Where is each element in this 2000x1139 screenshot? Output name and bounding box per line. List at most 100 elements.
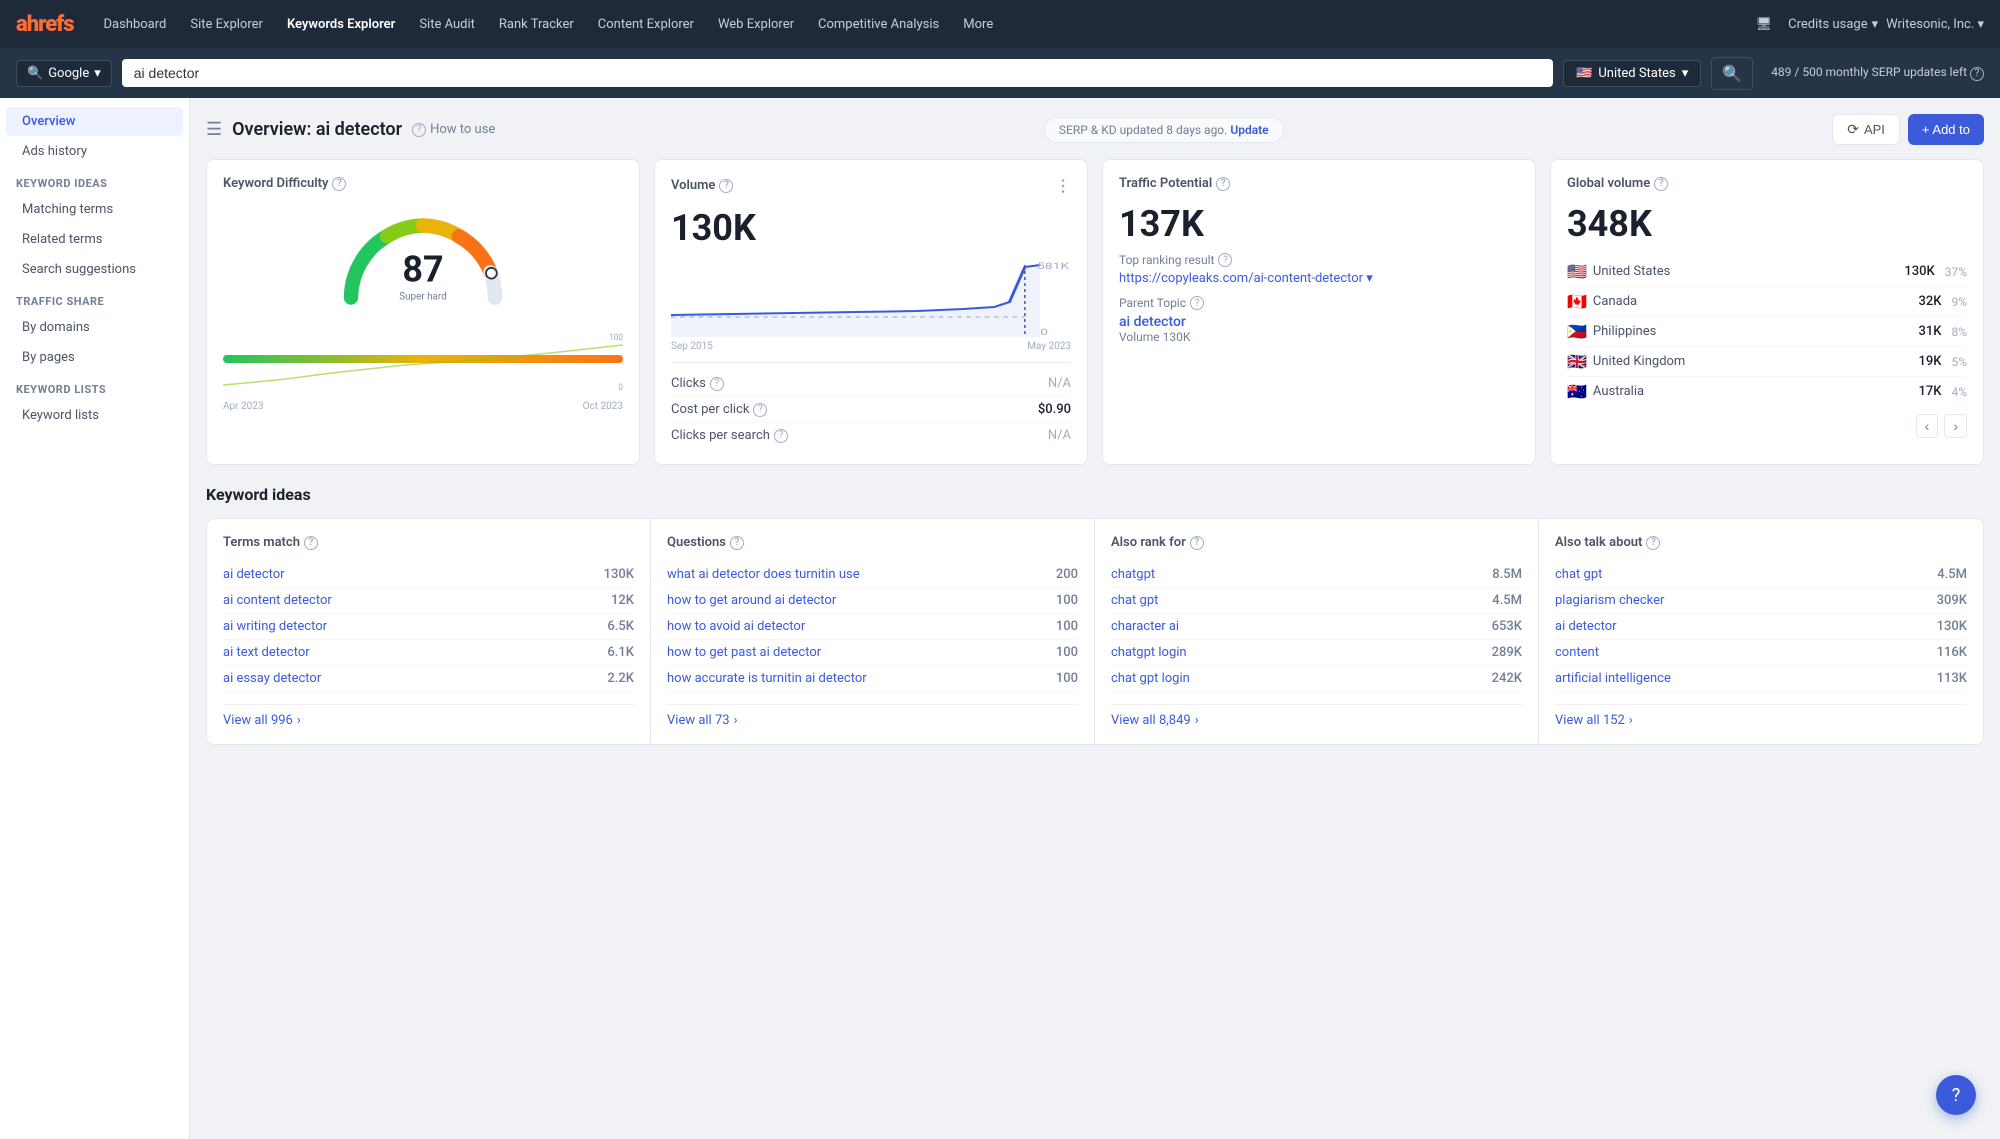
sidebar-item-by-pages[interactable]: By pages xyxy=(6,343,183,372)
sidebar-item-keyword-lists[interactable]: Keyword lists xyxy=(6,401,183,430)
svg-text:100: 100 xyxy=(609,333,623,343)
logo[interactable]: ahrefs xyxy=(16,12,74,37)
nav-rank-tracker[interactable]: Rank Tracker xyxy=(489,11,584,38)
user-menu[interactable]: Writesonic, Inc. ▾ xyxy=(1886,17,1984,32)
nav-content-explorer[interactable]: Content Explorer xyxy=(588,11,704,38)
volume-chart-svg: 581K 0 xyxy=(671,257,1071,337)
idea-link[interactable]: ai text detector xyxy=(223,645,310,660)
country-pct: 37% xyxy=(1945,265,1967,279)
help-fab[interactable]: ? xyxy=(1936,1075,1976,1115)
idea-vol: 200 xyxy=(1056,567,1078,582)
nav-site-explorer[interactable]: Site Explorer xyxy=(180,11,273,38)
view-all-link[interactable]: View all 73 › xyxy=(667,704,1078,728)
country-info: 🇵🇭 Philippines xyxy=(1567,322,1656,341)
cpc-help-icon[interactable]: ? xyxy=(753,403,767,417)
how-to-use-link[interactable]: ? How to use xyxy=(412,122,495,137)
page-header-left: ☰ Overview: ai detector ? How to use xyxy=(206,119,495,140)
cps-label: Clicks per search xyxy=(671,428,770,443)
ideas-col-help-icon[interactable]: ? xyxy=(730,536,744,550)
idea-link[interactable]: artificial intelligence xyxy=(1555,671,1671,686)
idea-link[interactable]: ai content detector xyxy=(223,593,332,608)
idea-link[interactable]: ai essay detector xyxy=(223,671,321,686)
idea-vol: 100 xyxy=(1056,645,1078,660)
serp-update-badge: SERP & KD updated 8 days ago. Update xyxy=(1044,117,1284,143)
sidebar-item-overview[interactable]: Overview xyxy=(6,107,183,136)
idea-link[interactable]: how to avoid ai detector xyxy=(667,619,805,634)
serp-help-icon[interactable]: ? xyxy=(1970,67,1984,81)
idea-link[interactable]: ai detector xyxy=(1555,619,1617,634)
parent-topic-help-icon[interactable]: ? xyxy=(1190,296,1204,310)
idea-link[interactable]: chatgpt login xyxy=(1111,645,1187,660)
stat-cpc: Cost per click ? $0.90 xyxy=(671,397,1071,423)
volume-menu[interactable]: ⋮ xyxy=(1055,176,1071,195)
top-result-link[interactable]: https://copyleaks.com/ai-content-detecto… xyxy=(1119,271,1519,286)
gv-prev-btn[interactable]: ‹ xyxy=(1916,414,1939,438)
search-button[interactable]: 🔍 xyxy=(1711,57,1753,90)
idea-link[interactable]: chatgpt xyxy=(1111,567,1155,582)
idea-link[interactable]: chat gpt xyxy=(1111,593,1158,608)
cps-help-icon[interactable]: ? xyxy=(774,429,788,443)
idea-link[interactable]: how to get around ai detector xyxy=(667,593,836,608)
nav-web-explorer[interactable]: Web Explorer xyxy=(708,11,804,38)
add-to-button[interactable]: + Add to xyxy=(1908,114,1984,145)
idea-link[interactable]: how to get past ai detector xyxy=(667,645,821,660)
ideas-col-header: Terms match ? xyxy=(223,535,634,550)
country-info: 🇬🇧 United Kingdom xyxy=(1567,352,1685,371)
sidebar-item-search-suggestions[interactable]: Search suggestions xyxy=(6,255,183,284)
parent-topic-link[interactable]: ai detector xyxy=(1119,314,1519,330)
search-engine-selector[interactable]: 🔍 Google ▾ xyxy=(16,60,112,87)
country-vol: 32K xyxy=(1918,294,1941,309)
api-icon: ⟳ xyxy=(1847,121,1859,138)
kd-help-icon[interactable]: ? xyxy=(332,177,346,191)
nav-competitive-analysis[interactable]: Competitive Analysis xyxy=(808,11,949,38)
gv-help-icon[interactable]: ? xyxy=(1654,177,1668,191)
nav-more[interactable]: More xyxy=(953,11,1003,38)
keyword-search-input[interactable] xyxy=(122,59,1553,87)
sidebar-item-by-domains[interactable]: By domains xyxy=(6,313,183,342)
idea-vol: 12K xyxy=(611,593,634,608)
nav-dashboard[interactable]: Dashboard xyxy=(94,11,177,38)
idea-link[interactable]: chat gpt xyxy=(1555,567,1602,582)
traffic-potential-card: Traffic Potential ? 137K Top ranking res… xyxy=(1102,159,1536,465)
clicks-help-icon[interactable]: ? xyxy=(710,377,724,391)
ideas-col-help-icon[interactable]: ? xyxy=(1190,536,1204,550)
nav-right: 🖥 Credits usage ▾ Writesonic, Inc. ▾ xyxy=(1748,13,1984,36)
update-link[interactable]: Update xyxy=(1230,123,1268,137)
api-button[interactable]: ⟳ API xyxy=(1832,114,1900,145)
credits-usage-btn[interactable]: Credits usage ▾ xyxy=(1788,17,1878,32)
serp-updates-info: 489 / 500 monthly SERP updates left ? xyxy=(1771,65,1984,81)
idea-link[interactable]: how accurate is turnitin ai detector xyxy=(667,671,867,686)
volume-help-icon[interactable]: ? xyxy=(719,179,733,193)
kd-value: 87 xyxy=(402,248,443,290)
sidebar-toggle[interactable]: ☰ xyxy=(206,119,222,140)
country-selector[interactable]: 🇺🇸 United States ▾ xyxy=(1563,60,1701,87)
nav-keywords-explorer[interactable]: Keywords Explorer xyxy=(277,11,405,38)
idea-link[interactable]: what ai detector does turnitin use xyxy=(667,567,860,582)
ideas-col-help-icon[interactable]: ? xyxy=(304,536,318,550)
top-result-help-icon[interactable]: ? xyxy=(1218,253,1232,267)
keyword-difficulty-card: Keyword Difficulty ? xyxy=(206,159,640,465)
tp-help-icon[interactable]: ? xyxy=(1216,177,1230,191)
idea-link[interactable]: plagiarism checker xyxy=(1555,593,1664,608)
sidebar-item-related-terms[interactable]: Related terms xyxy=(6,225,183,254)
idea-link[interactable]: ai detector xyxy=(223,567,285,582)
nav-site-audit[interactable]: Site Audit xyxy=(409,11,485,38)
country-flag: 🇬🇧 xyxy=(1567,352,1587,371)
sidebar-item-ads-history[interactable]: Ads history xyxy=(6,137,183,166)
top-nav: ahrefs Dashboard Site Explorer Keywords … xyxy=(0,0,2000,48)
gv-value: 348K xyxy=(1567,203,1967,245)
kd-card-title: Keyword Difficulty ? xyxy=(223,176,623,191)
ideas-col-help-icon[interactable]: ? xyxy=(1646,536,1660,550)
sidebar-item-matching-terms[interactable]: Matching terms xyxy=(6,195,183,224)
idea-link[interactable]: chat gpt login xyxy=(1111,671,1190,686)
view-all-link[interactable]: View all 8,849 › xyxy=(1111,704,1522,728)
page-header: ☰ Overview: ai detector ? How to use SER… xyxy=(206,114,1984,145)
idea-link[interactable]: ai writing detector xyxy=(223,619,327,634)
view-all-link[interactable]: View all 152 › xyxy=(1555,704,1967,728)
monitor-icon[interactable]: 🖥 xyxy=(1748,13,1781,36)
idea-link[interactable]: content xyxy=(1555,645,1599,660)
idea-row: ai content detector 12K xyxy=(223,588,634,614)
idea-link[interactable]: character ai xyxy=(1111,619,1179,634)
view-all-link[interactable]: View all 996 › xyxy=(223,704,634,728)
gv-next-btn[interactable]: › xyxy=(1944,414,1967,438)
